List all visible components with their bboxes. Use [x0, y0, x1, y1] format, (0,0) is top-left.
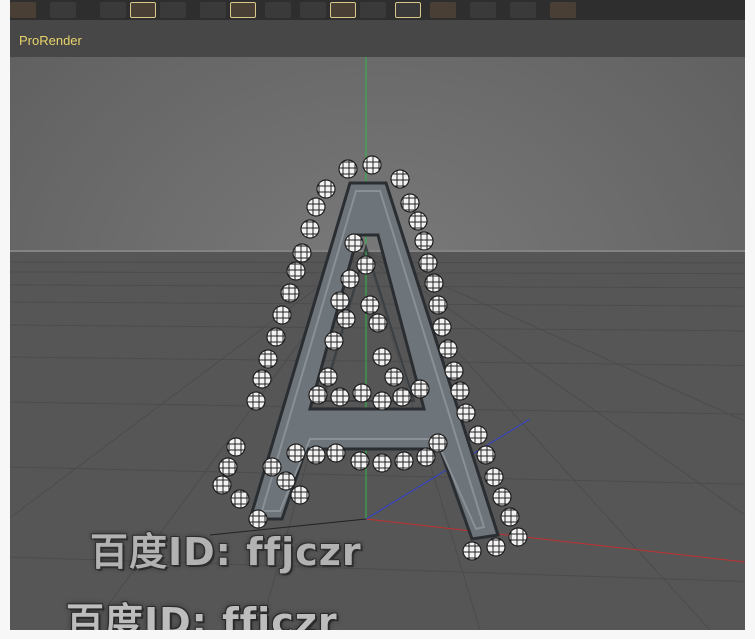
keyframe-icon[interactable]: [160, 2, 186, 18]
sphere-clone[interactable]: [280, 283, 300, 303]
app-window: ProRender 百度ID: ffjczr 百度ID: ffjczr: [0, 0, 755, 639]
sphere-clone[interactable]: [432, 317, 452, 337]
sphere-clone[interactable]: [484, 467, 504, 487]
sphere-clone[interactable]: [360, 295, 380, 315]
sphere-clone[interactable]: [308, 385, 328, 405]
menu-icon[interactable]: [550, 2, 576, 18]
sphere-clone[interactable]: [384, 367, 404, 387]
camera-icon[interactable]: [395, 2, 421, 18]
sphere-clone[interactable]: [336, 309, 356, 329]
top-toolbar: [10, 0, 745, 20]
sphere-clone[interactable]: [368, 313, 388, 333]
array-icon[interactable]: [300, 2, 326, 18]
sphere-clone[interactable]: [372, 347, 392, 367]
sphere-clone[interactable]: [340, 269, 360, 289]
sphere-clone[interactable]: [316, 179, 336, 199]
sphere-clone[interactable]: [500, 507, 520, 527]
cube-icon[interactable]: [200, 2, 226, 18]
light-icon[interactable]: [430, 2, 456, 18]
sphere-clone[interactable]: [306, 197, 326, 217]
sphere-clone[interactable]: [300, 219, 320, 239]
sphere-clone[interactable]: [390, 169, 410, 189]
sphere-clone[interactable]: [486, 537, 506, 557]
sphere-clone[interactable]: [508, 527, 528, 547]
sphere-clone[interactable]: [414, 231, 434, 251]
sketch-icon[interactable]: [470, 2, 496, 18]
sphere-clone[interactable]: [286, 443, 306, 463]
sphere-clone[interactable]: [290, 485, 310, 505]
sphere-clone[interactable]: [372, 391, 392, 411]
sphere-clone[interactable]: [252, 369, 272, 389]
deformer-icon[interactable]: [330, 2, 356, 18]
sphere-clone[interactable]: [410, 379, 430, 399]
sphere-clone[interactable]: [292, 243, 312, 263]
render-icon[interactable]: [10, 2, 36, 18]
sphere-clone[interactable]: [444, 361, 464, 381]
sphere-clone[interactable]: [468, 425, 488, 445]
nurbs-icon[interactable]: [265, 2, 291, 18]
sphere-clone[interactable]: [212, 475, 232, 495]
sphere-clone[interactable]: [408, 211, 428, 231]
watermark-top: 百度ID: ffjczr: [90, 530, 362, 574]
sphere-clone[interactable]: [330, 387, 350, 407]
sphere-clone[interactable]: [258, 349, 278, 369]
panel-title: ProRender: [19, 33, 82, 48]
sphere-clone[interactable]: [400, 193, 420, 213]
sphere-clone[interactable]: [324, 331, 344, 351]
panel-header: ProRender: [10, 20, 745, 58]
sphere-clone[interactable]: [428, 295, 448, 315]
sphere-clone[interactable]: [226, 437, 246, 457]
sphere-clone[interactable]: [356, 255, 376, 275]
sphere-clone[interactable]: [418, 253, 438, 273]
sphere-clone[interactable]: [476, 445, 496, 465]
sphere-clone[interactable]: [344, 233, 364, 253]
sphere-clone[interactable]: [218, 457, 238, 477]
sphere-clone[interactable]: [272, 305, 292, 325]
floor-icon[interactable]: [360, 2, 386, 18]
sphere-clone[interactable]: [286, 261, 306, 281]
sphere-clone[interactable]: [276, 471, 296, 491]
sphere-clone[interactable]: [330, 291, 350, 311]
sphere-clone[interactable]: [362, 155, 382, 175]
sphere-clone[interactable]: [492, 487, 512, 507]
sphere-clone[interactable]: [428, 433, 448, 453]
render-view-icon[interactable]: [50, 2, 76, 18]
sphere-clone[interactable]: [450, 381, 470, 401]
spline-icon[interactable]: [230, 2, 256, 18]
record-icon[interactable]: [100, 2, 126, 18]
sphere-clone[interactable]: [326, 443, 346, 463]
sphere-clone[interactable]: [462, 541, 482, 561]
3d-viewport[interactable]: 百度ID: ffjczr 百度ID: ffjczr: [10, 57, 745, 630]
sphere-clone[interactable]: [456, 403, 476, 423]
sphere-clone[interactable]: [306, 445, 326, 465]
sphere-clone[interactable]: [438, 339, 458, 359]
sphere-clone[interactable]: [338, 159, 358, 179]
sphere-clone[interactable]: [392, 387, 412, 407]
sphere-clone[interactable]: [266, 327, 286, 347]
watermark-bottom: 百度ID: ffjczr: [66, 600, 338, 630]
expression-icon[interactable]: [510, 2, 536, 18]
sphere-clone[interactable]: [350, 451, 370, 471]
sphere-clone[interactable]: [372, 453, 392, 473]
viewport-panel: ProRender 百度ID: ffjczr 百度ID: ffjczr: [10, 20, 745, 630]
sphere-clone[interactable]: [246, 391, 266, 411]
autokey-icon[interactable]: [130, 2, 156, 18]
sphere-clone[interactable]: [352, 383, 372, 403]
sphere-clone[interactable]: [318, 367, 338, 387]
sphere-clone[interactable]: [394, 451, 414, 471]
sphere-clone[interactable]: [230, 489, 250, 509]
sphere-clone[interactable]: [424, 273, 444, 293]
sphere-clone[interactable]: [262, 457, 282, 477]
